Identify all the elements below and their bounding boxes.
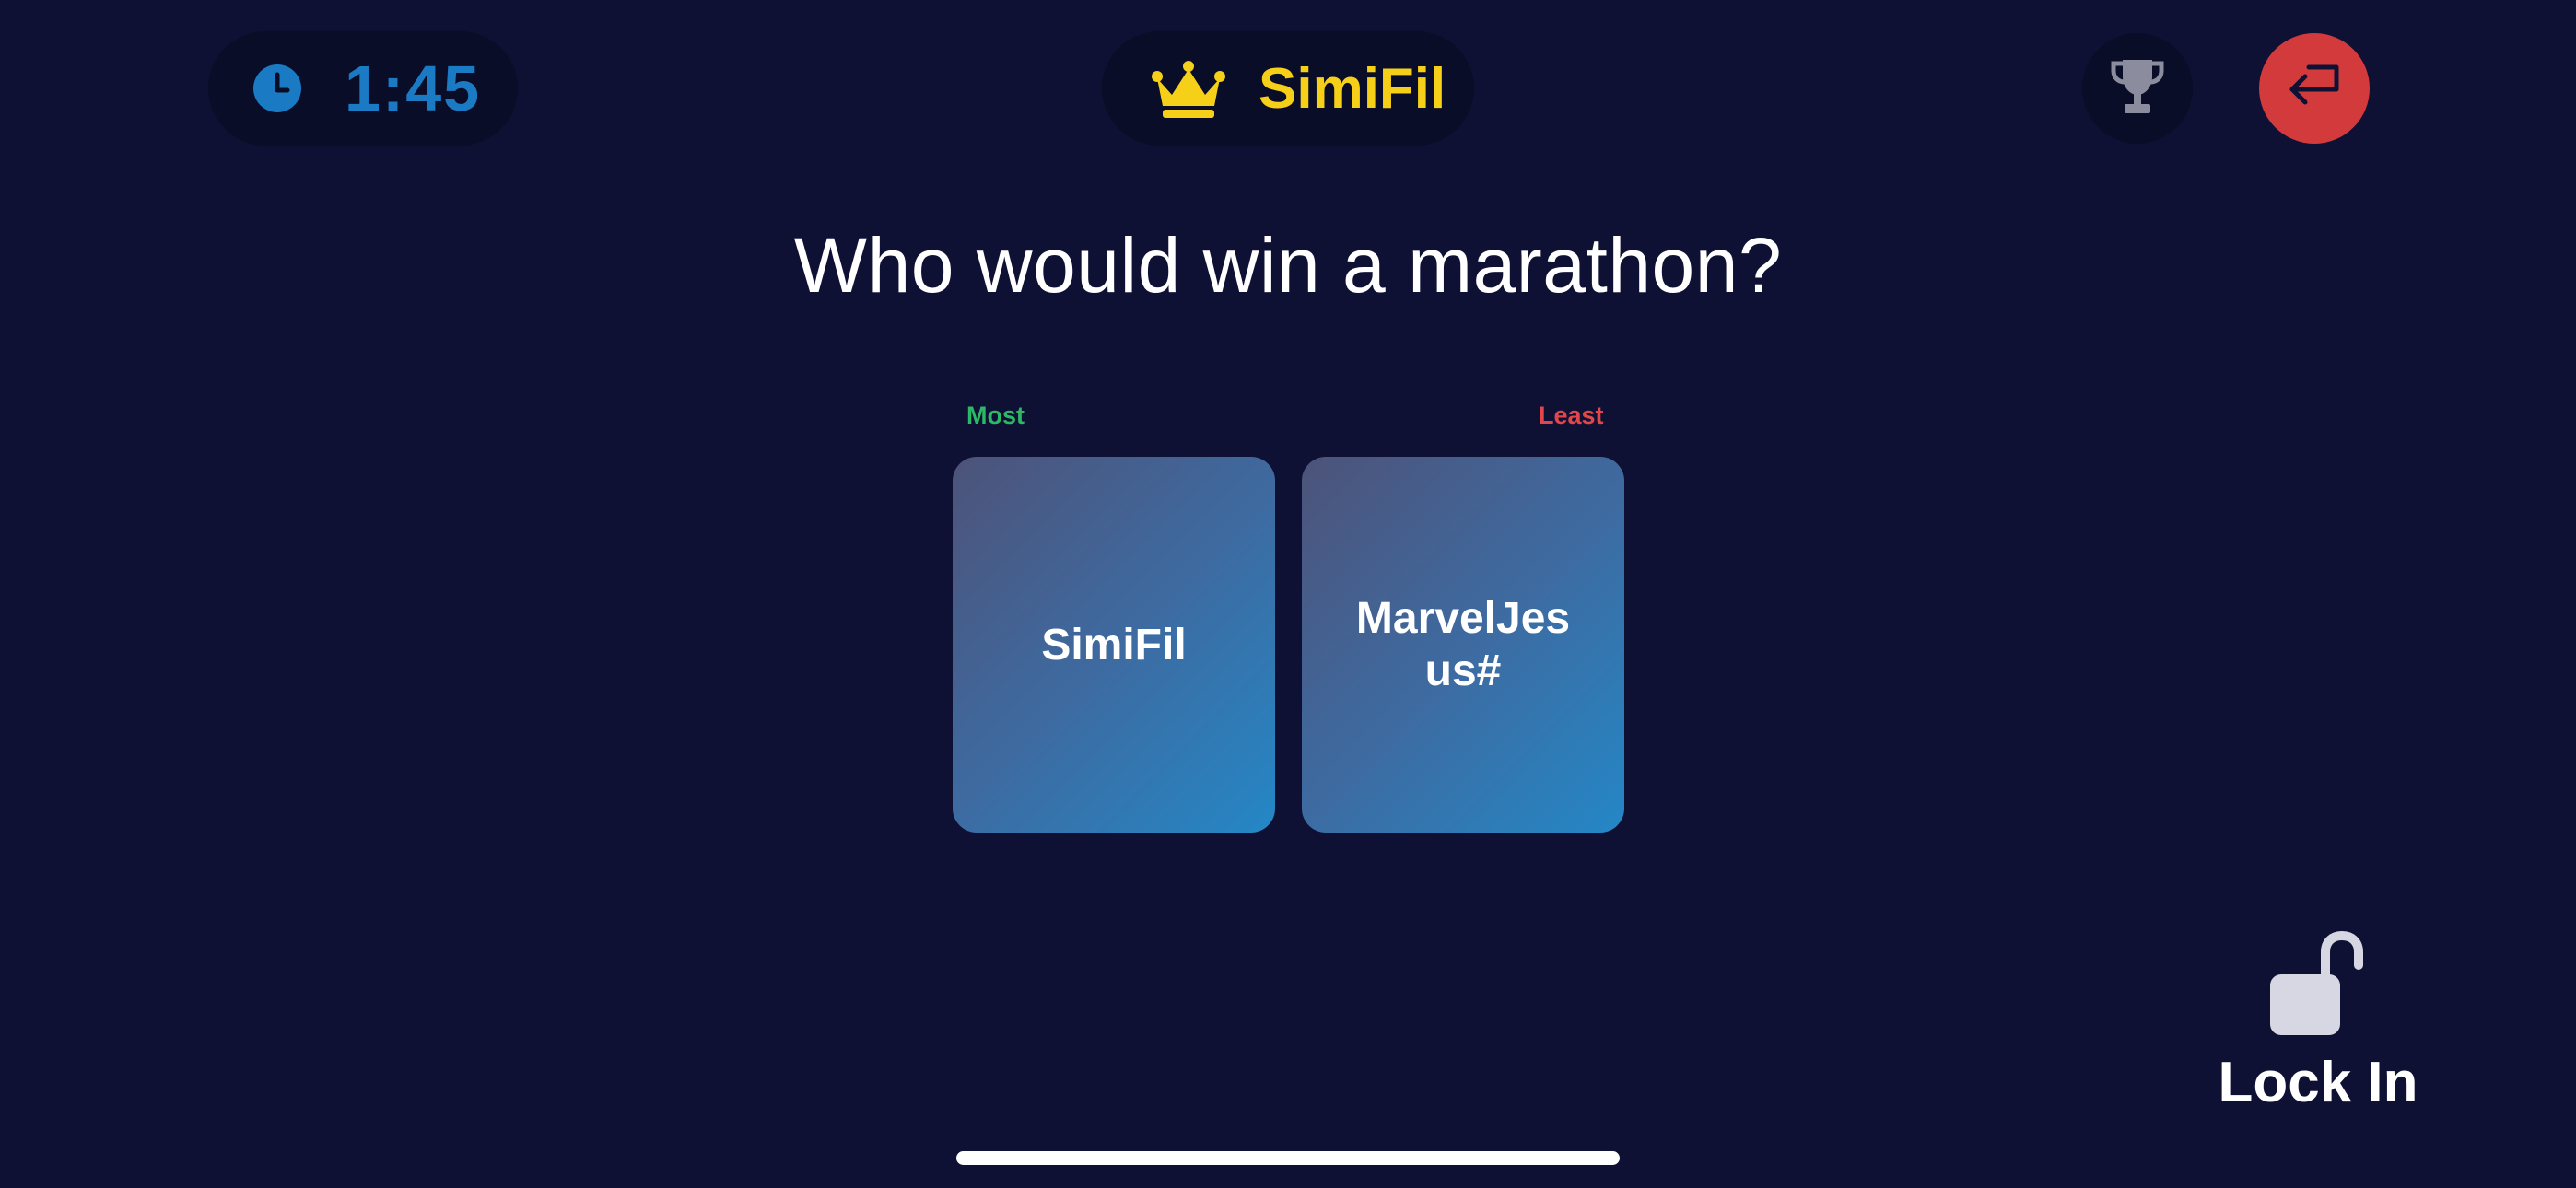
exit-arrow-icon — [2283, 62, 2346, 116]
crown-icon — [1150, 58, 1227, 119]
unlock-icon — [2263, 928, 2373, 1039]
leaderboard-button[interactable] — [2082, 33, 2193, 144]
player-name: MarvelJesus# — [1355, 594, 1571, 695]
player-card[interactable]: MarvelJesus# — [1302, 457, 1624, 833]
most-label: Most — [966, 402, 1025, 429]
timer-pill: 1:45 — [208, 31, 518, 146]
home-indicator[interactable] — [956, 1151, 1620, 1165]
clock-icon — [252, 64, 302, 113]
timer-value: 1:45 — [345, 52, 482, 124]
game-title: SimiFil — [1259, 56, 1446, 121]
player-card[interactable]: SimiFil — [953, 457, 1275, 833]
lock-in-label: Lock In — [2218, 1051, 2418, 1114]
exit-button[interactable] — [2259, 33, 2370, 144]
question-text: Who would win a marathon? — [793, 222, 1783, 309]
least-label: Least — [1539, 402, 1604, 429]
lock-in-button[interactable]: Lock In — [2198, 928, 2438, 1122]
game-title-pill: SimiFil — [1102, 31, 1474, 146]
trophy-icon — [2110, 56, 2165, 122]
player-name: SimiFil — [1041, 620, 1187, 670]
